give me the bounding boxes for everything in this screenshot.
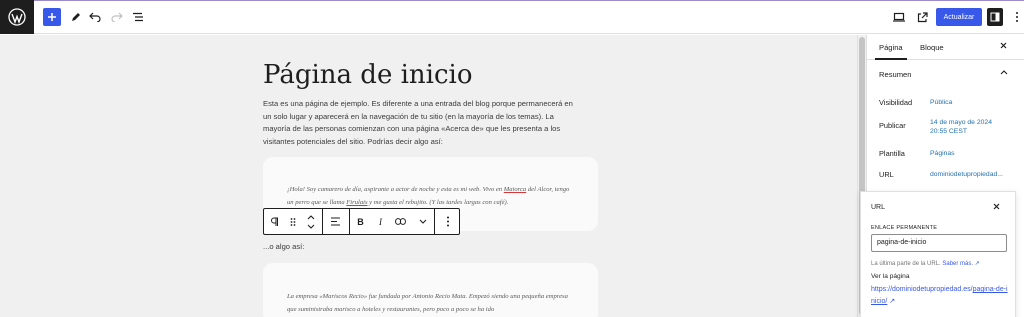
desktop-preview-icon[interactable] xyxy=(890,8,908,26)
italic-icon[interactable]: I xyxy=(371,209,390,234)
page-url-prefix: https://dominiodetupropiedad.es/ xyxy=(871,286,973,293)
block-toolbar-group-4 xyxy=(435,209,461,234)
quote-text-2[interactable]: La empresa «Mariscos Recio» fue fundada … xyxy=(287,290,577,316)
template-value[interactable]: Páginas xyxy=(930,149,955,158)
chevron-up-icon[interactable] xyxy=(1000,68,1008,77)
visibility-label: Visibilidad xyxy=(879,98,913,107)
popover-close-icon[interactable] xyxy=(993,202,1000,212)
url-value[interactable]: dominiodetupropiedad... xyxy=(930,170,1003,179)
publish-label: Publicar xyxy=(879,121,906,130)
permalink-label: ENLACE PERMANENTE xyxy=(871,225,938,231)
drag-handle-icon[interactable] xyxy=(286,209,300,234)
visibility-value[interactable]: Pública xyxy=(930,98,952,107)
pencil-icon[interactable] xyxy=(66,8,84,26)
undo-icon[interactable] xyxy=(86,8,104,26)
link-icon[interactable] xyxy=(390,209,411,234)
template-label: Plantilla xyxy=(879,149,905,158)
top-toolbar: Actualizar xyxy=(0,0,1024,34)
wordpress-logo-icon[interactable] xyxy=(0,0,34,34)
quote1-part-a: ¡Hola! Soy camarero de día, aspirante a … xyxy=(287,186,504,193)
publish-time: 20:55 CEST xyxy=(930,128,968,135)
page-url-link[interactable]: https://dominiodetupropiedad.es/pagina-d… xyxy=(871,284,1011,308)
align-left-icon[interactable] xyxy=(323,209,349,234)
permalink-input[interactable]: pagina-de-inicio xyxy=(871,234,1007,252)
active-tab-indicator xyxy=(875,58,907,60)
publish-date: 14 de mayo de 2024 xyxy=(930,119,992,126)
quote1-part-c: y me gusta el rebujito. (Y las tardes la… xyxy=(367,199,509,206)
quote1-city: Maiorca xyxy=(503,186,527,193)
popover-title: URL xyxy=(871,204,886,211)
paragraph-icon[interactable] xyxy=(264,209,286,234)
chevron-down-icon[interactable] xyxy=(411,209,434,234)
move-up-down-icon[interactable] xyxy=(300,209,322,234)
list-view-icon[interactable] xyxy=(129,8,147,26)
block-toolbar: B I xyxy=(263,208,460,235)
add-block-button[interactable] xyxy=(43,8,61,26)
tab-block[interactable]: Bloque xyxy=(920,43,944,52)
publish-value[interactable]: 14 de mayo de 2024 20:55 CEST xyxy=(930,118,992,136)
page-title[interactable]: Página de inicio xyxy=(263,60,473,90)
permalink-help: La última parte de la URL. Saber más. ↗ xyxy=(871,260,980,267)
external-small-icon: ↗ xyxy=(973,261,980,267)
url-label: URL xyxy=(879,170,894,179)
close-icon[interactable] xyxy=(1000,41,1007,52)
block-toolbar-group-3: B I xyxy=(350,209,435,234)
update-button[interactable]: Actualizar xyxy=(936,8,982,26)
block-toolbar-group-1 xyxy=(264,209,323,234)
editor-window: Actualizar Página de inicio Esta es una … xyxy=(0,0,1024,317)
redo-icon[interactable] xyxy=(108,8,126,26)
help-text: La última parte de la URL. xyxy=(871,261,941,267)
accent-line xyxy=(0,0,1024,1)
tab-page[interactable]: Página xyxy=(879,43,903,52)
block-toolbar-group-2 xyxy=(323,209,350,234)
summary-title[interactable]: Resumen xyxy=(879,70,912,79)
paragraph-o-algo[interactable]: ...o algo así: xyxy=(263,242,304,251)
external-link-icon[interactable] xyxy=(913,8,931,26)
more-vertical-icon[interactable] xyxy=(1008,8,1024,26)
more-options-icon[interactable] xyxy=(435,209,461,234)
bold-icon[interactable]: B xyxy=(350,209,371,234)
external-link-small-icon: ↗ xyxy=(887,298,896,305)
sidebar-tabs: Página Bloque xyxy=(867,35,1024,60)
sidebar-toggle-icon[interactable] xyxy=(987,8,1003,26)
quote-text-1[interactable]: ¡Hola! Soy camarero de día, aspirante a … xyxy=(287,183,577,209)
view-page-label: Ver la página xyxy=(871,273,910,280)
url-popover: URL ENLACE PERMANENTE pagina-de-inicio L… xyxy=(860,191,1016,317)
quote-block-2[interactable]: La empresa «Mariscos Recio» fue fundada … xyxy=(263,263,598,317)
quote1-dog: Firulais xyxy=(346,199,368,206)
intro-paragraph[interactable]: Esta es una página de ejemplo. Es difere… xyxy=(263,98,578,148)
learn-more-link[interactable]: Saber más. xyxy=(942,261,973,267)
